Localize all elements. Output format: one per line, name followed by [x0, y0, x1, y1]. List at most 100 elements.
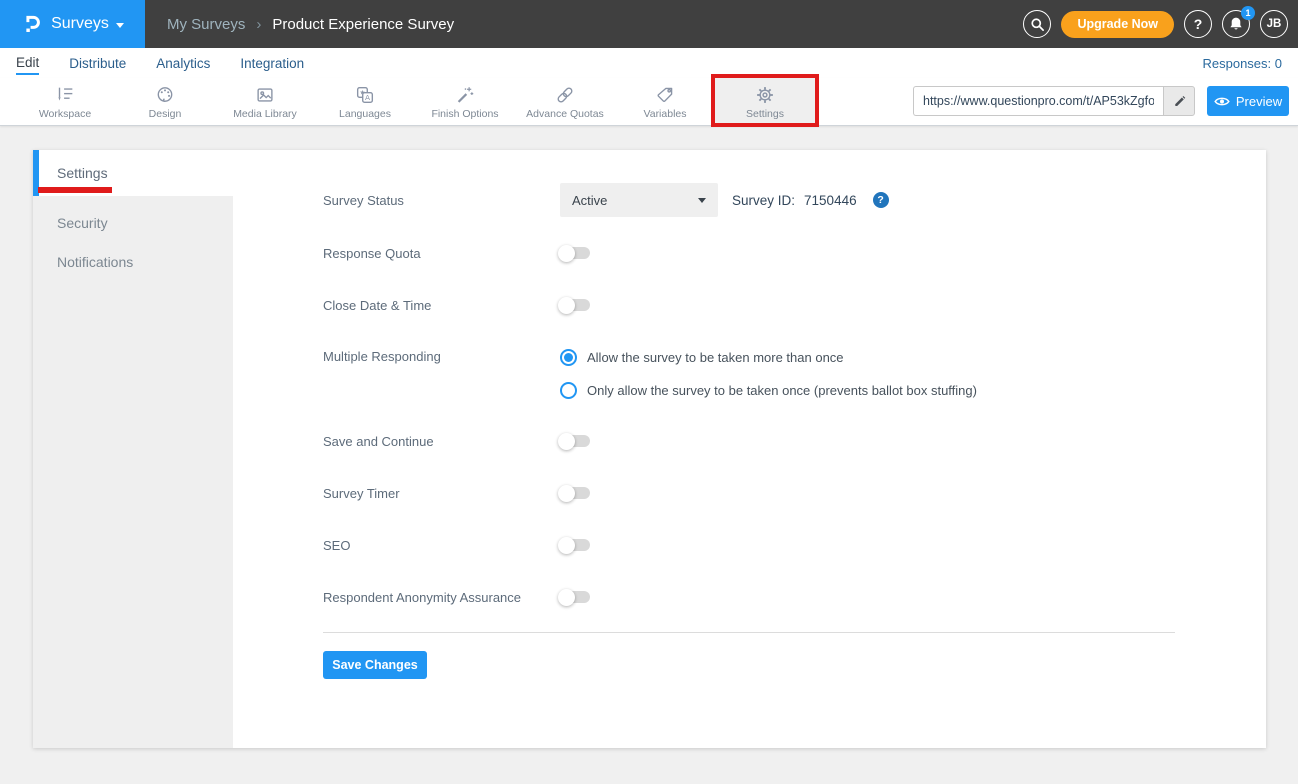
radio-unselected-icon[interactable] [560, 382, 577, 399]
toolbar-item-label: Finish Options [431, 108, 498, 120]
radio-option-label[interactable]: Allow the survey to be taken more than o… [587, 350, 844, 365]
bell-icon [1228, 16, 1244, 32]
finish-options-wand-icon [454, 84, 476, 106]
respondent-anonymity-label: Respondent Anonymity Assurance [323, 590, 560, 605]
toolbar-item-finish-options[interactable]: Finish Options [415, 78, 515, 125]
eye-icon [1214, 96, 1230, 107]
radio-selected-icon[interactable] [560, 349, 577, 366]
toolbar-item-label: Media Library [233, 108, 297, 120]
topbar: Surveys My Surveys › Product Experience … [0, 0, 1298, 48]
toolbar-item-label: Settings [746, 108, 784, 120]
breadcrumb-separator: › [256, 16, 261, 33]
variables-tag-icon [654, 84, 676, 106]
workspace-icon [54, 84, 76, 106]
tab-distribute[interactable]: Distribute [69, 48, 126, 78]
toolbar-item-label: Languages [339, 108, 391, 120]
sidebar-item-notifications[interactable]: Notifications [33, 243, 233, 282]
edit-toolbar: Workspace Design Media Library ★ A Langu… [0, 78, 1298, 126]
responses-count: Responses: 0 [1203, 56, 1283, 71]
survey-status-value: Active [572, 193, 607, 208]
survey-id-value: 7150446 [804, 193, 857, 208]
chevron-down-icon [698, 198, 706, 203]
settings-panel: Settings Security Notifications Survey S… [33, 150, 1266, 748]
respondent-anonymity-toggle[interactable] [560, 591, 590, 603]
chevron-down-icon [116, 23, 124, 28]
radio-option-multiple-allowed[interactable]: Allow the survey to be taken more than o… [560, 348, 977, 366]
share-url-group: Preview [913, 86, 1289, 116]
form-divider [323, 632, 1175, 633]
pencil-icon [1173, 95, 1186, 108]
search-icon [1030, 17, 1045, 32]
multiple-responding-label: Multiple Responding [323, 348, 560, 366]
advance-quotas-chain-icon [554, 84, 576, 106]
toolbar-item-design[interactable]: Design [115, 78, 215, 125]
toolbar-item-workspace[interactable]: Workspace [15, 78, 115, 125]
toolbar-item-media-library[interactable]: Media Library [215, 78, 315, 125]
breadcrumb-current-survey: Product Experience Survey [272, 16, 454, 33]
radio-option-once-only[interactable]: Only allow the survey to be taken once (… [560, 381, 977, 399]
search-button[interactable] [1023, 10, 1051, 38]
survey-status-label: Survey Status [323, 193, 560, 208]
seo-toggle[interactable] [560, 539, 590, 551]
preview-button-label: Preview [1236, 94, 1282, 109]
settings-sidebar: Security Notifications [33, 196, 233, 748]
toolbar-item-label: Advance Quotas [526, 108, 604, 120]
breadcrumb: My Surveys › Product Experience Survey [167, 16, 454, 33]
avatar[interactable]: JB [1260, 10, 1288, 38]
response-quota-row: Response Quota [323, 244, 590, 262]
tab-edit[interactable]: Edit [16, 51, 39, 75]
survey-subnav: Edit Distribute Analytics Integration Re… [0, 48, 1298, 78]
response-quota-label: Response Quota [323, 246, 560, 261]
survey-status-select[interactable]: Active [560, 183, 718, 217]
toolbar-item-label: Design [149, 108, 182, 120]
save-changes-button[interactable]: Save Changes [323, 651, 427, 679]
multiple-responding-row: Multiple Responding Allow the survey to … [323, 348, 977, 399]
toolbar-item-settings[interactable]: Settings [715, 78, 815, 125]
preview-button[interactable]: Preview [1207, 86, 1289, 116]
save-and-continue-label: Save and Continue [323, 434, 560, 449]
survey-id-help-icon[interactable]: ? [873, 192, 889, 208]
close-date-time-toggle[interactable] [560, 299, 590, 311]
notification-badge: 1 [1241, 6, 1255, 20]
upgrade-now-button[interactable]: Upgrade Now [1061, 11, 1174, 38]
toolbar-item-advance-quotas[interactable]: Advance Quotas [515, 78, 615, 125]
product-label: Surveys [51, 15, 109, 33]
toolbar-item-label: Workspace [39, 108, 91, 120]
survey-status-row: Survey Status Active Survey ID: 7150446 … [323, 183, 889, 217]
breadcrumb-my-surveys[interactable]: My Surveys [167, 16, 245, 33]
multiple-responding-options: Allow the survey to be taken more than o… [560, 348, 977, 399]
design-palette-icon [154, 84, 176, 106]
respondent-anonymity-row: Respondent Anonymity Assurance [323, 588, 590, 606]
seo-label: SEO [323, 538, 560, 553]
save-and-continue-row: Save and Continue [323, 432, 590, 450]
edit-url-button[interactable] [1163, 86, 1195, 116]
settings-gear-icon [754, 84, 776, 106]
seo-row: SEO [323, 536, 590, 554]
toolbar-item-variables[interactable]: Variables [615, 78, 715, 125]
topbar-actions: Upgrade Now ? 1 JB [1023, 10, 1298, 38]
radio-option-label[interactable]: Only allow the survey to be taken once (… [587, 383, 977, 398]
notifications-button[interactable]: 1 [1222, 10, 1250, 38]
toolbar-item-languages[interactable]: ★ A Languages [315, 78, 415, 125]
close-date-time-label: Close Date & Time [323, 298, 560, 313]
svg-text:A: A [365, 93, 370, 102]
close-date-time-row: Close Date & Time [323, 296, 590, 314]
share-url-input[interactable] [913, 86, 1163, 116]
help-button[interactable]: ? [1184, 10, 1212, 38]
sidebar-item-security[interactable]: Security [33, 204, 233, 243]
response-quota-toggle[interactable] [560, 247, 590, 259]
annotation-red-underline [38, 187, 112, 193]
tab-integration[interactable]: Integration [240, 48, 304, 78]
survey-timer-toggle[interactable] [560, 487, 590, 499]
sidebar-item-settings[interactable]: Settings [33, 150, 233, 196]
toolbar-item-label: Variables [644, 108, 687, 120]
survey-timer-row: Survey Timer [323, 484, 590, 502]
survey-timer-label: Survey Timer [323, 486, 560, 501]
media-library-icon [254, 84, 276, 106]
survey-id-label: Survey ID: [732, 193, 795, 208]
tab-analytics[interactable]: Analytics [156, 48, 210, 78]
languages-translate-icon: ★ A [354, 84, 376, 106]
questionpro-logo-icon [21, 13, 44, 36]
surveys-product-dropdown[interactable]: Surveys [0, 0, 145, 48]
save-and-continue-toggle[interactable] [560, 435, 590, 447]
